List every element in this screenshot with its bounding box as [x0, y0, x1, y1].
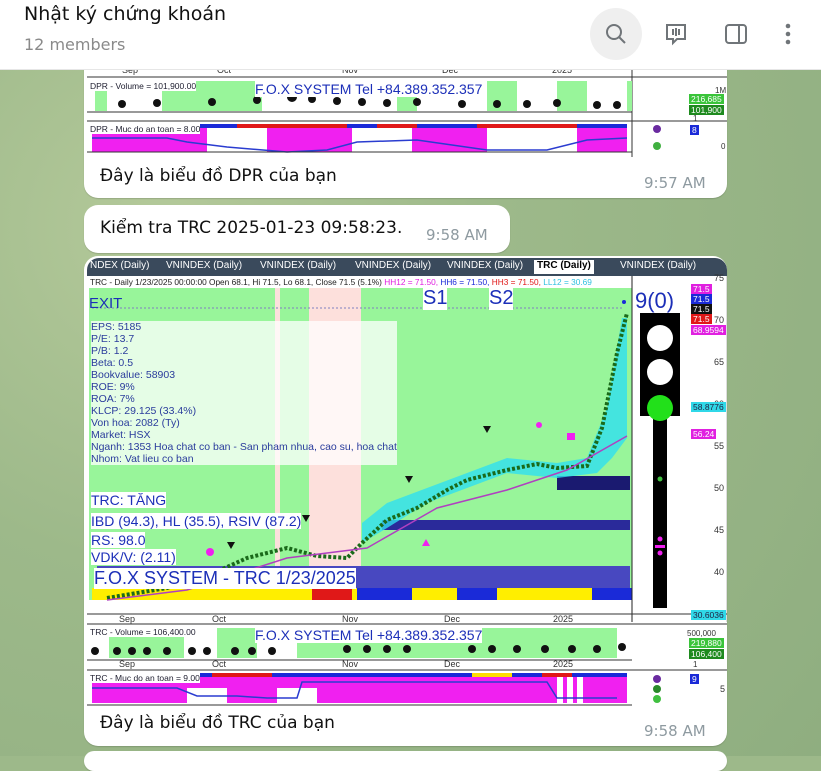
s1-label: S1 — [423, 287, 448, 310]
watermark: F.O.X SYSTEM Tel +84.389.352.357 — [255, 627, 483, 643]
volume-label: DPR - Volume = 101,900.00 — [90, 81, 197, 91]
volume-label: TRC - Volume = 106,400.00 — [90, 627, 196, 637]
volume-tag: 106,400 — [689, 649, 724, 659]
next-message — [84, 751, 727, 771]
price-tag: 71.5 — [691, 314, 712, 324]
vdk-label: VDK/V: (2.11) — [91, 549, 176, 565]
trend-label: TRC: TĂNG — [91, 492, 167, 508]
message-time: 9:57 AM — [644, 174, 706, 192]
message-text: Đây là biểu đồ TRC của bạn — [100, 713, 335, 733]
live-chat-icon[interactable] — [650, 8, 702, 60]
chart-tab-active[interactable]: TRC (Daily) — [534, 260, 594, 274]
exit-label: EXIT — [89, 295, 123, 312]
stock-info: EPS: 5185 P/E: 13.7 P/B: 1.2 Beta: 0.5 B… — [91, 321, 397, 465]
dpr-chart-image[interactable]: Sep Oct Nov Dec 2025 DPR - Volume = 101,… — [87, 62, 727, 157]
ohlc-line: TRC - Daily 1/23/2025 00:00:00 Open 68.1… — [90, 277, 592, 287]
s2-label: S2 — [489, 287, 514, 310]
signal-count: 9(0) — [635, 288, 675, 313]
member-count[interactable]: 12 members — [24, 35, 125, 54]
safety-label: DPR - Muc do an toan = 8.00 — [90, 124, 201, 134]
chat-title[interactable]: Nhật ký chứng khoán — [24, 3, 226, 25]
message-text: Đây là biểu đồ DPR của bạn — [100, 166, 337, 186]
chart-tab[interactable]: VNINDEX (Daily) — [617, 260, 699, 274]
price-tag: 71.5 — [691, 304, 712, 314]
chat-header: Nhật ký chứng khoán 12 members — [0, 0, 821, 70]
rs-label: RS: 98.0 — [91, 532, 146, 548]
message-check-trc: Kiểm tra TRC 2025-01-23 09:58:23. 9:58 A… — [84, 205, 510, 253]
ratings-label: IBD (94.3), HL (35.5), RSIV (87.2) — [91, 513, 302, 529]
search-icon[interactable] — [590, 8, 642, 60]
chart-tab[interactable]: VNINDEX (Daily) — [352, 260, 434, 274]
chart-tab[interactable]: VNINDEX (Daily) — [444, 260, 526, 274]
safety-tag: 8 — [690, 125, 699, 135]
message-time: 9:58 AM — [426, 226, 488, 244]
trc-chart-image[interactable]: NDEX (Daily) VNINDEX (Daily) VNINDEX (Da… — [87, 258, 727, 710]
safety-tag: 9 — [690, 674, 699, 684]
price-tag: 56.24 — [691, 429, 717, 439]
volume-tag: 216,685 — [689, 94, 724, 104]
chart-tab[interactable]: VNINDEX (Daily) — [257, 260, 339, 274]
chart-tab[interactable]: VNINDEX (Daily) — [163, 260, 245, 274]
signal-light — [640, 313, 680, 608]
chart-tab[interactable]: NDEX (Daily) — [87, 260, 152, 274]
more-icon[interactable] — [762, 8, 814, 60]
watermark: F.O.X SYSTEM Tel +84.389.352.357 — [255, 81, 483, 97]
message-text: Kiểm tra TRC 2025-01-23 09:58:23. — [100, 218, 403, 238]
price-tag: 68.9594 — [691, 325, 726, 335]
message-time: 9:58 AM — [644, 722, 706, 740]
banner: F.O.X SYSTEM - TRC 1/23/2025 — [94, 568, 356, 589]
price-tag: 71.5 — [691, 294, 712, 304]
volume-tag: 219,880 — [689, 638, 724, 648]
sidebar-icon[interactable] — [710, 8, 762, 60]
message-trc-chart: NDEX (Daily) VNINDEX (Daily) VNINDEX (Da… — [84, 256, 727, 746]
price-tag: 58.8776 — [691, 402, 726, 412]
price-tag: 71.5 — [691, 284, 712, 294]
price-tag: 30.6036 — [691, 610, 726, 620]
safety-label: TRC - Muc do an toan = 9.00 — [90, 673, 200, 683]
